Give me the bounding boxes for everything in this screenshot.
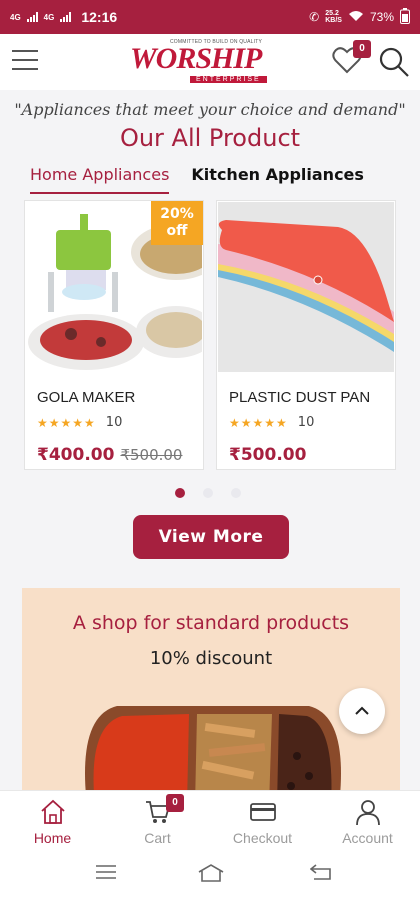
product-price: ₹400.00: [37, 445, 115, 465]
category-tabs: Home Appliances Kitchen Appliances: [30, 165, 364, 194]
nav-home-label: Home: [33, 830, 72, 846]
carousel-dot-1[interactable]: [175, 488, 185, 498]
signal-icon: [60, 12, 72, 22]
home-icon: [41, 799, 65, 824]
product-prices: ₹400.00 ₹500.00: [37, 445, 182, 465]
discount-badge: 20% off: [151, 201, 203, 245]
promo-title: A shop for standard products: [72, 612, 350, 634]
carousel-dots: [175, 488, 241, 498]
home-outline-icon: [198, 864, 224, 882]
signal-label-2: 4G: [43, 12, 55, 22]
product-price: ₹500.00: [229, 445, 307, 465]
product-rating: ★★★★★ 10: [37, 415, 122, 430]
logo-wordmark: WORSHIP: [130, 42, 262, 75]
promo-banner[interactable]: A shop for standard products 10% discoun…: [22, 588, 400, 798]
nav-checkout-label: Checkout: [232, 830, 293, 846]
recent-apps-button[interactable]: [96, 864, 116, 884]
nav-checkout[interactable]: Checkout: [210, 791, 315, 851]
view-more-button[interactable]: View More: [133, 515, 289, 559]
nav-account-label: Account: [342, 830, 393, 846]
section-title: Our All Product: [119, 124, 301, 152]
logo-subtitle: ENTERPRISE: [190, 76, 267, 83]
menu-button[interactable]: [12, 50, 38, 72]
star-icon: ★★★★★: [229, 415, 288, 430]
product-rating: ★★★★★ 10: [229, 415, 314, 430]
promo-image: [85, 706, 341, 798]
product-old-price: ₹500.00: [120, 446, 183, 464]
back-icon: [309, 864, 331, 880]
product-name[interactable]: PLASTIC DUST PAN: [229, 389, 370, 406]
back-button[interactable]: [309, 864, 332, 884]
signal-label-1: 4G: [10, 12, 21, 22]
user-icon: [356, 800, 380, 826]
wishlist-count-badge: 0: [353, 40, 371, 58]
product-card[interactable]: PLASTIC DUST PAN ★★★★★ 10 ₹500.00: [216, 200, 396, 470]
nav-cart[interactable]: Cart: [105, 791, 210, 851]
nav-cart-label: Cart: [144, 830, 171, 846]
page-tagline: "Appliances that meet your choice and de…: [14, 100, 406, 119]
wifi-icon: [348, 10, 364, 25]
brand-logo[interactable]: COMMITTED TO BUILD ON QUALITY WORSHIP EN…: [130, 38, 290, 86]
product-card[interactable]: 20% off GOLA MAKER ★★★★★ 10 ₹400.00 ₹500…: [24, 200, 204, 470]
chevron-up-icon: [355, 706, 369, 715]
call-icon: ✆: [309, 10, 320, 24]
product-image[interactable]: [218, 202, 394, 372]
battery-level: 73%: [369, 10, 394, 24]
system-navigation-bar: [0, 850, 420, 900]
promo-subtitle: 10% discount: [149, 648, 273, 669]
nav-home[interactable]: Home: [0, 791, 105, 851]
bottom-navigation: Home Cart Checkout Account: [0, 790, 420, 850]
card-icon: [250, 803, 276, 821]
scroll-top-button[interactable]: [339, 688, 385, 734]
status-bar: 4G 4G 12:16 ✆ 25.2 KB/S 73%: [0, 0, 420, 34]
net-speed-unit: KB/S: [325, 17, 342, 24]
signal-icon: [26, 12, 38, 22]
carousel-dot-2[interactable]: [203, 488, 213, 498]
tab-home-appliances[interactable]: Home Appliances: [30, 165, 170, 194]
hamburger-icon: [12, 50, 38, 52]
product-name[interactable]: GOLA MAKER: [37, 389, 135, 406]
product-prices: ₹500.00: [229, 445, 306, 465]
search-button[interactable]: [378, 46, 410, 78]
search-icon: [379, 47, 409, 77]
nav-account[interactable]: Account: [315, 791, 420, 851]
rating-count: 10: [297, 415, 315, 430]
clock: 12:16: [81, 9, 118, 25]
star-icon: ★★★★★: [37, 415, 96, 430]
menu-lines-icon: [96, 865, 116, 879]
cart-count-badge: 0: [166, 794, 184, 812]
carousel-dot-3[interactable]: [231, 488, 241, 498]
home-system-button[interactable]: [198, 864, 224, 886]
rating-count: 10: [105, 415, 123, 430]
net-speed-value: 25.2: [325, 10, 339, 17]
tab-kitchen-appliances[interactable]: Kitchen Appliances: [191, 165, 364, 194]
battery-icon: [400, 7, 410, 27]
